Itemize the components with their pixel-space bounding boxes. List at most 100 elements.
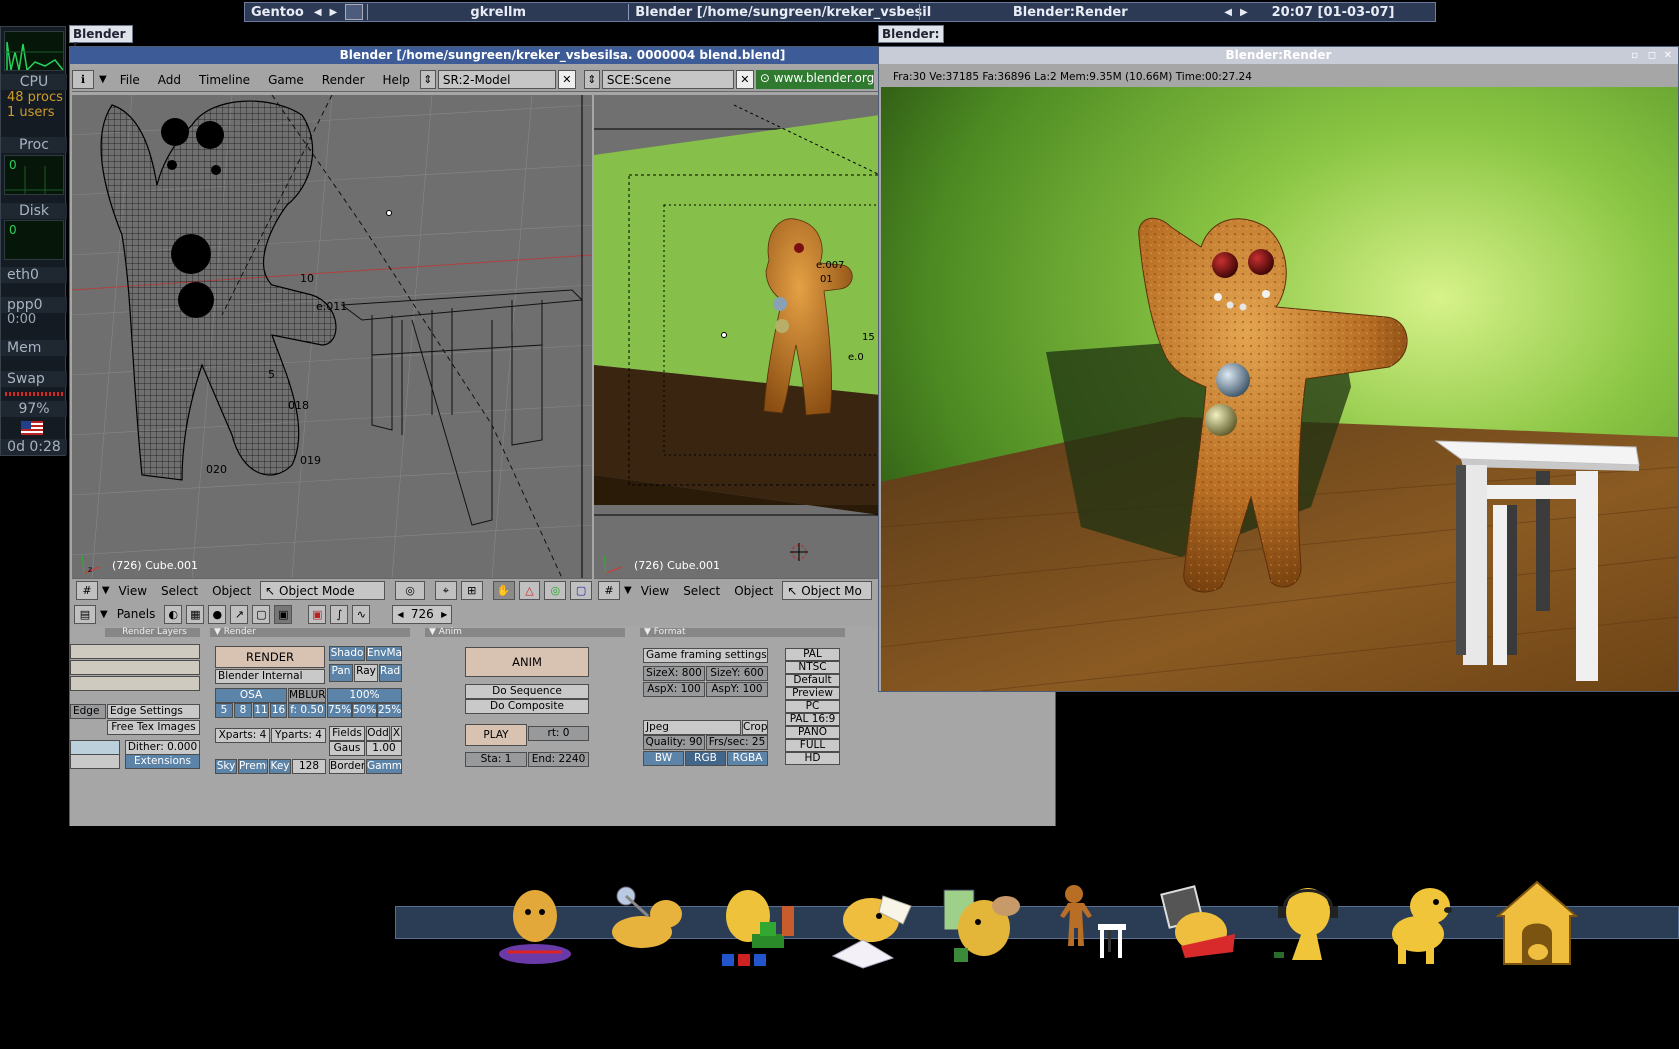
play-button[interactable]: PLAY xyxy=(465,724,527,746)
left-3d-viewport[interactable]: 10 e.011 5 018 019 020 z (726) Cube.001 xyxy=(72,95,592,578)
layer-slot-2[interactable] xyxy=(70,660,200,675)
menu-toggle-icon[interactable]: ▼ xyxy=(96,74,110,85)
rgb-button[interactable]: RGB xyxy=(685,751,726,766)
workspace-name[interactable]: Gentoo xyxy=(245,5,310,20)
menu-select-right[interactable]: Select xyxy=(678,584,725,598)
menu-view[interactable]: View xyxy=(114,584,152,598)
script-icon[interactable]: ▦ xyxy=(186,604,205,624)
scene-field[interactable]: SCE:Scene xyxy=(601,70,734,89)
task-render[interactable]: Blender:Render xyxy=(920,5,1220,20)
shading-icon[interactable]: ● xyxy=(208,604,227,624)
render-button[interactable]: RENDER xyxy=(215,646,325,668)
header-toggle-icon[interactable]: ▼ xyxy=(102,585,110,596)
menu-render[interactable]: Render xyxy=(314,73,373,87)
task-blender[interactable]: Blender [/home/sungreen/kreker_vsbesil xyxy=(629,5,931,20)
rt-field[interactable]: rt: 0 xyxy=(528,726,589,741)
fps-field[interactable]: Frs/sec: 25 xyxy=(706,735,768,750)
minimize-icon[interactable]: ▫ xyxy=(1631,47,1638,64)
object-icon[interactable]: ↗ xyxy=(230,604,249,624)
layer-slot-3[interactable] xyxy=(70,676,200,691)
preset-pal[interactable]: PAL xyxy=(785,648,840,661)
edge-settings-button[interactable]: Edge Settings xyxy=(107,704,200,719)
dog-reader-icon[interactable] xyxy=(488,876,582,970)
frame-field[interactable]: ◀ 726 ▶ xyxy=(392,604,453,624)
logic-icon[interactable]: ◐ xyxy=(164,604,183,624)
gauss-value-field[interactable]: 1.00 xyxy=(366,741,402,756)
menu-object[interactable]: Object xyxy=(207,584,256,598)
quality-field[interactable]: Quality: 90 xyxy=(643,735,705,750)
prev-workspace-icon[interactable]: ◀ xyxy=(310,7,326,18)
render-panel-head[interactable]: ▼ Render xyxy=(210,628,410,637)
dog-gnu-blocks-icon[interactable] xyxy=(712,876,806,970)
pano-toggle[interactable]: Pan xyxy=(329,664,353,682)
sizey-field[interactable]: SizeY: 600 xyxy=(706,666,768,681)
hand-icon[interactable]: ✋ xyxy=(492,581,515,600)
menu-timeline[interactable]: Timeline xyxy=(191,73,258,87)
frame-increment-icon[interactable]: ▶ xyxy=(441,610,447,619)
mblur-toggle[interactable]: MBLUR xyxy=(288,688,326,703)
preset-full[interactable]: FULL xyxy=(785,739,840,752)
shadow-toggle[interactable]: Shado xyxy=(329,646,365,661)
do-composite-button[interactable]: Do Composite xyxy=(465,699,589,714)
do-sequence-button[interactable]: Do Sequence xyxy=(465,684,589,699)
scale-icon[interactable]: ▢ xyxy=(570,581,593,600)
menu-help[interactable]: Help xyxy=(375,73,418,87)
manipulator-grid-icon[interactable]: ⊞ xyxy=(460,581,483,600)
start-frame-field[interactable]: Sta: 1 xyxy=(465,752,527,767)
doghouse-icon[interactable] xyxy=(1490,876,1584,970)
next-workspace-icon[interactable]: ▶ xyxy=(326,7,342,18)
scene-delete-button[interactable]: ✕ xyxy=(735,70,754,89)
yparts-field[interactable]: Yparts: 4 xyxy=(271,728,326,743)
anim-sub-icon[interactable]: ∫ xyxy=(330,604,349,624)
preset-default[interactable]: Default xyxy=(785,674,840,687)
dog-telescope-icon[interactable] xyxy=(602,876,696,970)
renderer-select[interactable]: Blender Internal xyxy=(215,669,325,684)
sound-sub-icon[interactable]: ∿ xyxy=(352,604,371,624)
dither-field[interactable]: Dither: 0.000 xyxy=(125,740,200,755)
prev-task-icon[interactable]: ◀ xyxy=(1220,7,1236,18)
radiosity-toggle[interactable]: Radi xyxy=(379,664,402,682)
render-sub-icon[interactable]: ▣ xyxy=(308,604,327,624)
right-3d-viewport[interactable]: e.007 01 e.0 15 (726) Cube.001 xyxy=(594,95,880,578)
anim-button[interactable]: ANIM xyxy=(465,647,589,677)
game-framing-button[interactable]: Game framing settings xyxy=(643,648,768,663)
premul-button[interactable]: Premu xyxy=(238,759,268,774)
edge-button[interactable]: Edge xyxy=(70,704,106,719)
maximize-icon[interactable]: ◻ xyxy=(1648,47,1656,64)
window-type-icon-right[interactable]: # xyxy=(598,581,620,600)
scene-browse-icon[interactable]: ⇕ xyxy=(583,70,600,89)
render-canvas[interactable] xyxy=(881,87,1678,691)
size-100-button[interactable]: 100% xyxy=(327,688,402,703)
size-25-button[interactable]: 25% xyxy=(377,703,402,718)
blender-url[interactable]: ⊙ www.blender.org 242 xyxy=(755,70,874,89)
pager-icon[interactable] xyxy=(345,4,364,20)
extensions-button[interactable]: Extensions xyxy=(125,754,200,769)
screen-delete-button[interactable]: ✕ xyxy=(557,70,576,89)
osa-11-button[interactable]: 11 xyxy=(253,703,269,718)
osa-8-button[interactable]: 8 xyxy=(234,703,252,718)
dog-headset-icon[interactable] xyxy=(1262,876,1356,970)
render-title-bar[interactable]: Blender:Render ▫ ◻ ✕ xyxy=(879,47,1678,64)
layer-slider[interactable] xyxy=(70,740,120,755)
aspy-field[interactable]: AspY: 100 xyxy=(706,682,768,697)
ray-toggle[interactable]: Ray xyxy=(354,664,378,682)
gamma-toggle[interactable]: Gamma xyxy=(366,759,402,774)
osa-16-button[interactable]: 16 xyxy=(270,703,287,718)
scene-icon[interactable]: ▣ xyxy=(274,604,293,624)
crop-toggle[interactable]: Crop xyxy=(742,720,768,735)
anim-panel-head[interactable]: ▼ Anim xyxy=(425,628,625,637)
dog-painter-icon[interactable] xyxy=(934,876,1028,970)
preset-hd[interactable]: HD xyxy=(785,752,840,765)
fields-toggle[interactable]: Fields xyxy=(329,726,365,741)
dog-papers-icon[interactable] xyxy=(823,876,917,970)
panels-menu[interactable]: Panels xyxy=(112,607,161,621)
size-50-button[interactable]: 50% xyxy=(352,703,377,718)
rgba-button[interactable]: RGBA xyxy=(727,751,768,766)
close-icon[interactable]: ✕ xyxy=(1664,47,1672,64)
image-format-select[interactable]: Jpeg xyxy=(643,720,741,735)
border-toggle[interactable]: Border xyxy=(329,759,365,774)
header-toggle-icon-right[interactable]: ▼ xyxy=(624,585,632,596)
osa-5-button[interactable]: 5 xyxy=(215,703,233,718)
free-tex-images-button[interactable]: Free Tex Images xyxy=(107,720,200,735)
menu-select[interactable]: Select xyxy=(156,584,203,598)
